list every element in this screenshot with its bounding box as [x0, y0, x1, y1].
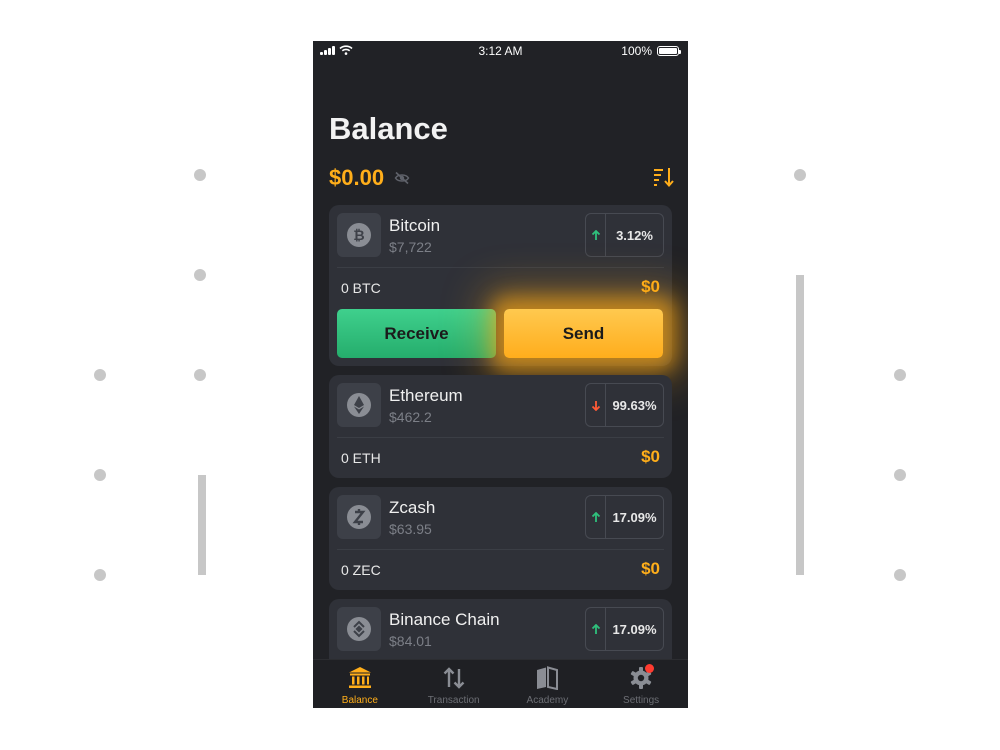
coin-price: $462.2: [389, 409, 432, 425]
coin-fiat-value: $0: [641, 559, 660, 578]
zcash-icon: [337, 495, 381, 539]
tab-label: Settings: [623, 695, 660, 706]
decor-bar: [796, 275, 804, 575]
total-balance-row: $0.00: [329, 164, 675, 192]
decor-dot: [194, 369, 206, 381]
phone-screen: 3:12 AM 100% Balance $0.00 ₿ Bitcoin $7,…: [313, 41, 688, 708]
arrow-up-icon: [586, 608, 606, 650]
coin-card-zcash[interactable]: Zcash $63.95 17.09% 0 ZEC $0: [329, 487, 672, 590]
decor-dot: [94, 569, 106, 581]
decor-bar: [198, 475, 206, 575]
change-percent: 17.09%: [612, 509, 657, 525]
coin-holding: 0 ZEC: [341, 562, 381, 578]
coin-price: $7,722: [389, 239, 432, 255]
coin-header: ₿ Bitcoin $7,722 3.12%: [337, 213, 664, 257]
bitcoin-icon: ₿: [337, 213, 381, 257]
tab-label: Transaction: [427, 695, 480, 706]
svg-text:₿: ₿: [353, 227, 364, 243]
status-bar: 3:12 AM 100%: [313, 41, 688, 61]
arrow-up-icon: [586, 214, 606, 256]
tab-transaction[interactable]: Transaction: [407, 660, 501, 708]
total-balance: $0.00: [329, 165, 385, 190]
arrow-down-icon: [586, 384, 606, 426]
ethereum-icon: [337, 383, 381, 427]
binance-icon: [337, 607, 381, 651]
change-badge: 17.09%: [585, 607, 664, 651]
arrow-up-icon: [586, 496, 606, 538]
decor-dot: [194, 269, 206, 281]
coin-price: $84.01: [389, 633, 432, 649]
page-title: Balance: [329, 111, 448, 146]
bank-icon: [348, 667, 371, 688]
decor-dot: [94, 469, 106, 481]
divider: [337, 267, 664, 268]
canvas: 3:12 AM 100% Balance $0.00 ₿ Bitcoin $7,…: [0, 0, 1000, 750]
coin-header: Binance Chain $84.01 17.09%: [337, 607, 664, 651]
battery-icon: [657, 46, 681, 56]
tab-bar: Balance Transaction Academy Settings: [313, 659, 688, 708]
coin-header: Ethereum $462.2 99.63%: [337, 383, 664, 427]
sort-icon[interactable]: [653, 167, 675, 187]
eye-slash-icon[interactable]: [394, 171, 410, 185]
change-percent: 99.63%: [612, 397, 657, 413]
coin-fiat-value: $0: [641, 277, 660, 296]
tab-academy[interactable]: Academy: [501, 660, 595, 708]
book-icon: [537, 666, 559, 690]
tab-settings[interactable]: Settings: [594, 660, 688, 708]
tab-balance[interactable]: Balance: [313, 660, 407, 708]
coin-card-ethereum[interactable]: Ethereum $462.2 99.63% 0 ETH $0: [329, 375, 672, 478]
change-badge: 17.09%: [585, 495, 664, 539]
tab-label: Academy: [526, 695, 569, 706]
send-button[interactable]: Send: [504, 309, 663, 358]
tab-label: Balance: [341, 695, 378, 706]
change-percent: 17.09%: [612, 621, 657, 637]
change-percent: 3.12%: [616, 227, 653, 243]
decor-dot: [794, 169, 806, 181]
coin-name: Bitcoin: [389, 216, 441, 235]
coin-name: Binance Chain: [389, 610, 500, 629]
decor-dot: [894, 569, 906, 581]
coin-price: $63.95: [389, 521, 432, 537]
transfer-arrows-icon: [443, 667, 464, 689]
divider: [337, 549, 664, 550]
decor-dot: [194, 169, 206, 181]
coin-header: Zcash $63.95 17.09%: [337, 495, 664, 539]
battery-percent: 100%: [621, 44, 652, 58]
coin-name: Zcash: [389, 498, 436, 517]
coin-holding: 0 BTC: [341, 280, 381, 296]
coin-card-bitcoin[interactable]: ₿ Bitcoin $7,722 3.12% 0 BTC $0 Receive …: [329, 205, 672, 366]
coin-name: Ethereum: [389, 386, 463, 405]
coin-holding: 0 ETH: [341, 450, 381, 466]
change-badge: 3.12%: [585, 213, 664, 257]
decor-dot: [94, 369, 106, 381]
receive-button[interactable]: Receive: [337, 309, 496, 358]
change-badge: 99.63%: [585, 383, 664, 427]
coin-fiat-value: $0: [641, 447, 660, 466]
decor-dot: [894, 369, 906, 381]
decor-dot: [894, 469, 906, 481]
status-battery: 100%: [621, 44, 681, 58]
divider: [337, 437, 664, 438]
